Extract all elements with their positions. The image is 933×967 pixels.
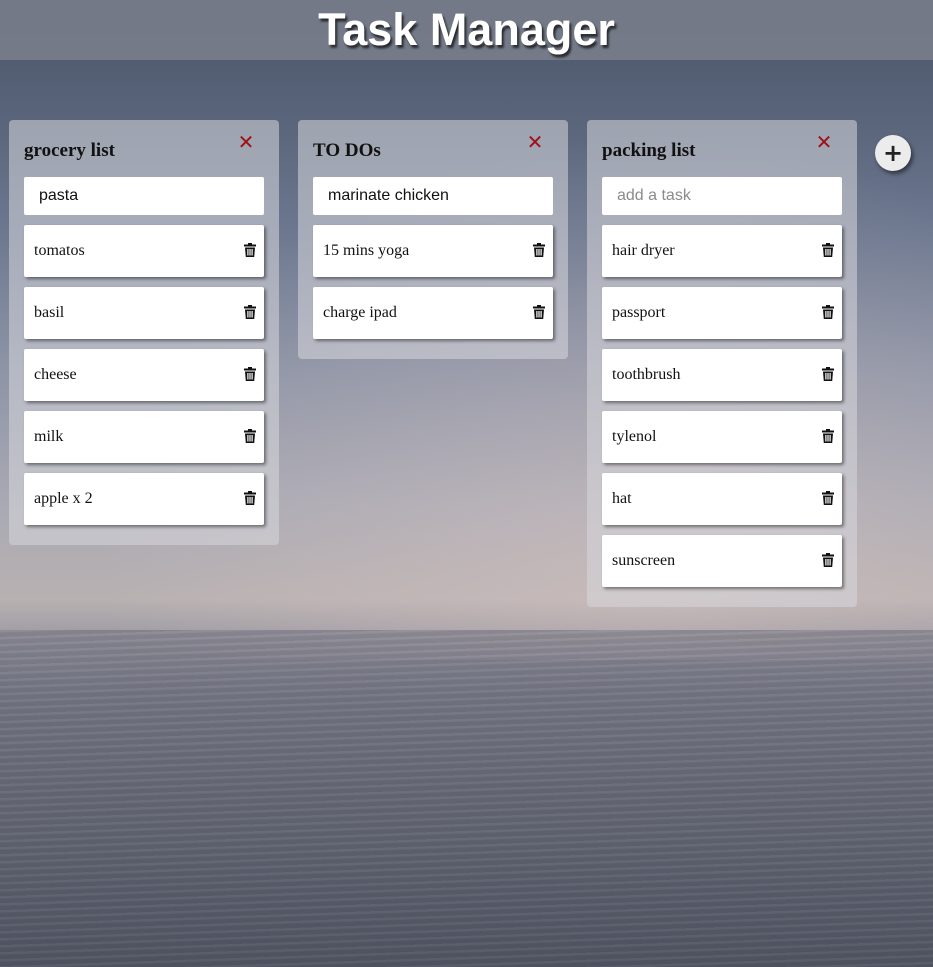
delete-task-button[interactable] <box>244 367 256 381</box>
delete-task-button[interactable] <box>822 243 834 257</box>
delete-task-button[interactable] <box>533 243 545 257</box>
list-title: TO DOs <box>313 140 381 161</box>
task-label: tomatos <box>34 242 85 259</box>
list-title: grocery list <box>24 140 115 161</box>
task-label: sunscreen <box>612 552 676 569</box>
close-list-button[interactable]: ✕ <box>525 132 545 152</box>
add-task-input[interactable] <box>602 177 842 215</box>
close-icon: ✕ <box>237 130 255 154</box>
task-label: 15 mins yoga <box>323 242 410 259</box>
task-label: apple x 2 <box>34 490 93 507</box>
list-card-todos: TO DOs ✕ 15 mins yoga charge ipad <box>298 120 568 359</box>
task-item[interactable]: tomatos <box>24 225 264 277</box>
delete-task-button[interactable] <box>244 429 256 443</box>
task-item[interactable]: hair dryer <box>602 225 842 277</box>
list-header: TO DOs ✕ <box>313 130 553 170</box>
list-header: packing list ✕ <box>602 130 842 170</box>
task-item[interactable]: basil <box>24 287 264 339</box>
delete-task-button[interactable] <box>244 243 256 257</box>
trash-icon <box>822 367 834 381</box>
delete-task-button[interactable] <box>822 305 834 319</box>
task-label: cheese <box>34 366 77 383</box>
task-item[interactable]: tylenol <box>602 411 842 463</box>
trash-icon <box>822 429 834 443</box>
trash-icon <box>533 243 545 257</box>
task-label: basil <box>34 304 65 321</box>
add-task-input[interactable] <box>24 177 264 215</box>
task-item[interactable]: cheese <box>24 349 264 401</box>
trash-icon <box>822 491 834 505</box>
task-label: tylenol <box>612 428 657 445</box>
delete-task-button[interactable] <box>822 429 834 443</box>
list-title: packing list <box>602 140 696 161</box>
task-item[interactable]: milk <box>24 411 264 463</box>
close-icon: ✕ <box>526 130 544 154</box>
task-label: hair dryer <box>612 242 675 259</box>
delete-task-button[interactable] <box>822 491 834 505</box>
list-card-grocery: grocery list ✕ tomatos basil <box>9 120 279 545</box>
delete-task-button[interactable] <box>244 305 256 319</box>
task-item[interactable]: 15 mins yoga <box>313 225 553 277</box>
task-label: toothbrush <box>612 366 681 383</box>
add-task-input[interactable] <box>313 177 553 215</box>
lists-container: grocery list ✕ tomatos basil <box>0 0 933 967</box>
close-icon: ✕ <box>815 130 833 154</box>
plus-icon: + <box>882 139 904 167</box>
trash-icon <box>822 553 834 567</box>
close-list-button[interactable]: ✕ <box>236 132 256 152</box>
task-item[interactable]: sunscreen <box>602 535 842 587</box>
task-item[interactable]: charge ipad <box>313 287 553 339</box>
close-list-button[interactable]: ✕ <box>814 132 834 152</box>
task-item[interactable]: hat <box>602 473 842 525</box>
delete-task-button[interactable] <box>822 553 834 567</box>
list-header: grocery list ✕ <box>24 130 264 170</box>
task-item[interactable]: apple x 2 <box>24 473 264 525</box>
trash-icon <box>244 305 256 319</box>
delete-task-button[interactable] <box>244 491 256 505</box>
trash-icon <box>822 243 834 257</box>
task-label: milk <box>34 428 64 445</box>
trash-icon <box>244 491 256 505</box>
list-card-packing: packing list ✕ hair dryer passport <box>587 120 857 607</box>
task-label: hat <box>612 490 632 507</box>
trash-icon <box>822 305 834 319</box>
delete-task-button[interactable] <box>822 367 834 381</box>
add-list-button[interactable]: + <box>875 135 911 171</box>
trash-icon <box>244 429 256 443</box>
trash-icon <box>533 305 545 319</box>
task-item[interactable]: passport <box>602 287 842 339</box>
delete-task-button[interactable] <box>533 305 545 319</box>
task-item[interactable]: toothbrush <box>602 349 842 401</box>
task-label: charge ipad <box>323 304 397 321</box>
task-label: passport <box>612 304 666 321</box>
trash-icon <box>244 243 256 257</box>
trash-icon <box>244 367 256 381</box>
